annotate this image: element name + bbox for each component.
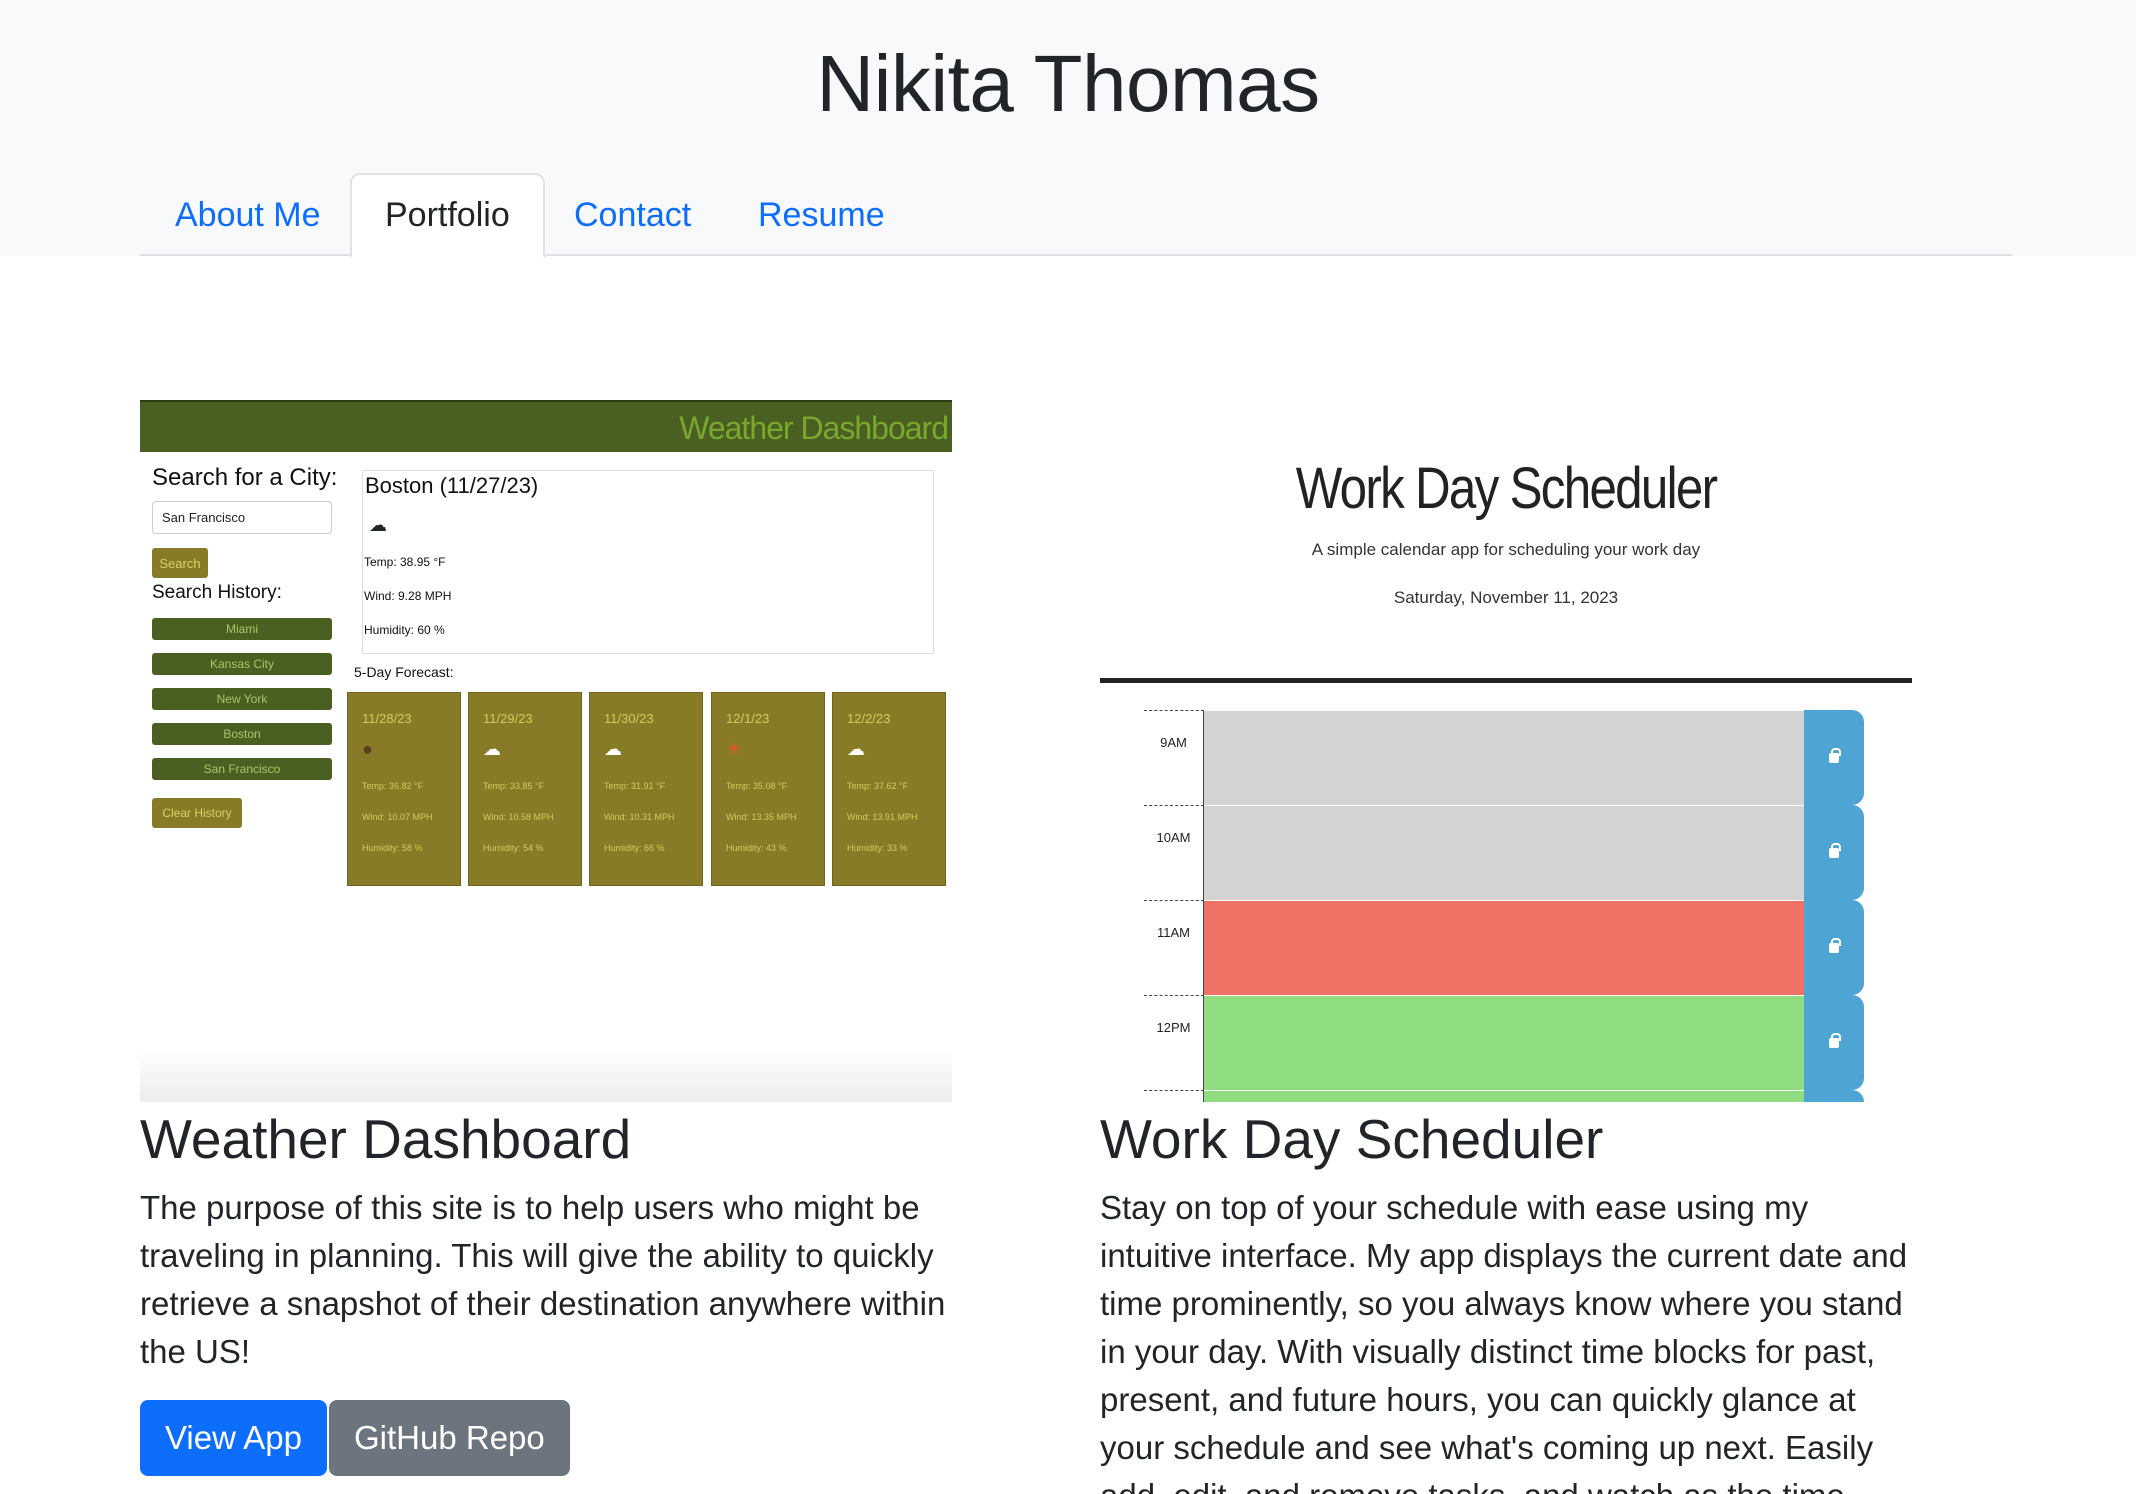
weather-history-item: New York — [152, 688, 332, 710]
time-block-row — [1144, 1090, 1864, 1102]
time-block-future — [1204, 1090, 1804, 1102]
project-title: Weather Dashboard — [140, 1108, 632, 1170]
weather-current-panel: Boston (11/27/23) ☁ Temp: 38.95 °F Wind:… — [362, 470, 934, 654]
weather-current-temp: Temp: 38.95 °F — [364, 555, 446, 569]
site-title: Nikita Thomas — [816, 39, 1320, 128]
tab-about-me[interactable]: About Me — [140, 173, 356, 257]
weather-search-label: Search for a City: — [152, 464, 338, 491]
view-app-button[interactable]: View App — [140, 1400, 327, 1476]
time-block-past — [1204, 805, 1804, 900]
weather-history-item: Kansas City — [152, 653, 332, 675]
nav-tabs: About Me Portfolio Contact Resume — [140, 173, 2012, 258]
project-card-scheduler: Work Day Scheduler A simple calendar app… — [1100, 400, 1912, 1494]
weather-current-city: Boston (11/27/23) — [365, 473, 539, 498]
cloud-icon: ☁ — [483, 739, 501, 759]
weather-header-title: Weather Dashboard — [679, 410, 949, 446]
forecast-wind: Wind: 13.35 MPH — [726, 812, 797, 822]
weather-current-wind: Wind: 9.28 MPH — [364, 589, 452, 603]
scheduler-title: Work Day Scheduler — [1295, 456, 1718, 521]
time-block-hour: 9AM — [1144, 710, 1204, 805]
project-description: Stay on top of your schedule with ease u… — [1100, 1189, 1908, 1494]
forecast-wind: Wind: 10.31 MPH — [604, 812, 675, 822]
tab-portfolio[interactable]: Portfolio — [350, 173, 545, 258]
time-block-future — [1204, 995, 1804, 1090]
time-block-hour: 10AM — [1144, 805, 1204, 900]
lock-icon — [1829, 1032, 1841, 1048]
weather-forecast-card: 12/1/23 ☀ Temp: 35.08 °F Wind: 13.35 MPH… — [711, 692, 825, 886]
forecast-temp: Temp: 36.82 °F — [362, 781, 424, 791]
tab-resume[interactable]: Resume — [723, 173, 920, 257]
forecast-wind: Wind: 10.58 MPH — [483, 812, 554, 822]
weather-forecast-card: 11/29/23 ☁ Temp: 33.85 °F Wind: 10.58 MP… — [468, 692, 582, 886]
site-header: Nikita Thomas About Me Portfolio Contact… — [0, 0, 2136, 258]
save-button — [1804, 995, 1864, 1090]
weather-clear-history-button: Clear History — [152, 798, 242, 828]
weather-current-humidity: Humidity: 60 % — [364, 623, 445, 637]
forecast-temp: Temp: 37.62 °F — [847, 781, 909, 791]
tab-contact[interactable]: Contact — [539, 173, 726, 257]
forecast-humidity: Humidity: 58 % — [362, 843, 423, 853]
scheduler-divider — [1100, 678, 1912, 683]
time-block-hour: 11AM — [1144, 900, 1204, 995]
cloud-icon: ☁ — [604, 739, 622, 759]
forecast-temp: Temp: 31.91 °F — [604, 781, 666, 791]
time-block-hour — [1144, 1090, 1204, 1102]
save-button — [1804, 900, 1864, 995]
weather-history-label: Search History: — [152, 582, 282, 603]
weather-header-bar: Weather Dashboard — [140, 400, 952, 452]
forecast-temp: Temp: 33.85 °F — [483, 781, 545, 791]
lock-icon — [1829, 842, 1841, 858]
time-block-row: 12PM — [1144, 995, 1864, 1090]
forecast-humidity: Humidity: 54 % — [483, 843, 544, 853]
rain-icon: ● — [362, 739, 373, 759]
github-repo-button[interactable]: GitHub Repo — [329, 1400, 570, 1476]
weather-forecast-label: 5-Day Forecast: — [354, 664, 454, 680]
forecast-wind: Wind: 13.91 MPH — [847, 812, 918, 822]
save-button — [1804, 805, 1864, 900]
project-buttons: View App GitHub Repo — [140, 1400, 952, 1476]
weather-search-button: Search — [152, 548, 208, 578]
weather-search-input: San Francisco — [152, 501, 332, 534]
sun-icon: ☀ — [726, 739, 743, 759]
weather-history-item: San Francisco — [152, 758, 332, 780]
time-block-row: 10AM — [1144, 805, 1864, 900]
weather-forecast-card: 12/2/23 ☁ Temp: 37.62 °F Wind: 13.91 MPH… — [832, 692, 946, 886]
time-block-hour: 12PM — [1144, 995, 1204, 1090]
forecast-date: 11/30/23 — [604, 711, 654, 726]
forecast-wind: Wind: 10.07 MPH — [362, 812, 433, 822]
cloud-icon: ☁ — [847, 739, 865, 759]
save-button — [1804, 1090, 1864, 1102]
forecast-date: 12/2/23 — [847, 711, 891, 726]
time-block-row: 9AM — [1144, 710, 1864, 805]
save-button — [1804, 710, 1864, 805]
partly-cloudy-icon: ☁ — [369, 515, 387, 535]
time-block-present — [1204, 900, 1804, 995]
scheduler-subtitle: A simple calendar app for scheduling you… — [1311, 540, 1701, 559]
weather-forecast-card: 11/28/23 ● Temp: 36.82 °F Wind: 10.07 MP… — [347, 692, 461, 886]
project-description: The purpose of this site is to help user… — [140, 1189, 946, 1370]
forecast-date: 12/1/23 — [726, 711, 770, 726]
time-block-past — [1204, 710, 1804, 805]
forecast-date: 11/28/23 — [362, 711, 412, 726]
lock-icon — [1829, 937, 1841, 953]
lock-icon — [1829, 747, 1841, 763]
project-screenshot-weather[interactable]: Weather Dashboard Search for a City: San… — [140, 400, 952, 1102]
project-screenshot-scheduler[interactable]: Work Day Scheduler A simple calendar app… — [1100, 400, 1912, 1102]
forecast-humidity: Humidity: 66 % — [604, 843, 665, 853]
forecast-humidity: Humidity: 33 % — [847, 843, 908, 853]
weather-history-item: Miami — [152, 618, 332, 640]
forecast-temp: Temp: 35.08 °F — [726, 781, 788, 791]
weather-history-item: Boston — [152, 723, 332, 745]
project-title: Work Day Scheduler — [1100, 1108, 1604, 1170]
project-card-weather: Weather Dashboard Search for a City: San… — [140, 400, 952, 1476]
time-block-row: 11AM — [1144, 900, 1864, 995]
weather-forecast-card: 11/30/23 ☁ Temp: 31.91 °F Wind: 10.31 MP… — [589, 692, 703, 886]
scheduler-date: Saturday, November 11, 2023 — [1393, 588, 1619, 607]
forecast-date: 11/29/23 — [483, 711, 533, 726]
thumbnail-fade — [140, 1050, 952, 1102]
forecast-humidity: Humidity: 43 % — [726, 843, 787, 853]
